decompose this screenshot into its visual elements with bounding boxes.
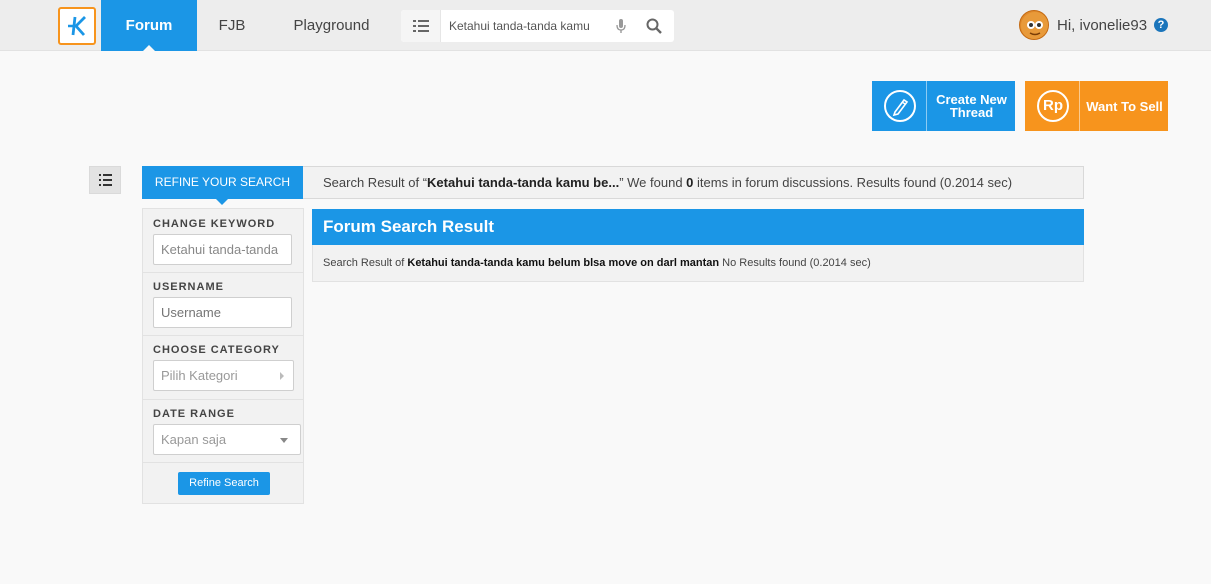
want-to-sell-label: Want To Sell: [1086, 98, 1163, 114]
kaskus-logo[interactable]: [58, 7, 96, 45]
microphone-icon[interactable]: [616, 19, 626, 34]
sidebar-toggle-button[interactable]: [89, 166, 121, 194]
chevron-right-icon: [280, 372, 284, 380]
want-to-sell-button[interactable]: Rp Want To Sell: [1025, 81, 1168, 131]
rupiah-icon: Rp: [1037, 90, 1069, 122]
keyword-section: CHANGE KEYWORD: [143, 209, 303, 273]
chevron-down-icon: [280, 438, 288, 443]
keyword-label: CHANGE KEYWORD: [153, 218, 276, 230]
category-section: CHOOSE CATEGORY Pilih Kategori: [143, 336, 303, 400]
search-icon[interactable]: [646, 18, 662, 34]
category-select[interactable]: Pilih Kategori: [153, 360, 294, 391]
search-input[interactable]: [449, 10, 609, 42]
user-greeting[interactable]: Hi, ivonelie93: [1057, 17, 1147, 34]
date-range-section: DATE RANGE Kapan saja: [143, 400, 303, 463]
tab-playground[interactable]: Playground: [280, 0, 383, 51]
date-range-select[interactable]: Kapan saja: [153, 424, 301, 455]
forum-result-query: Ketahui tanda-tanda kamu belum blsa move…: [407, 257, 720, 269]
category-label: CHOOSE CATEGORY: [153, 344, 280, 356]
pencil-icon: [884, 90, 916, 122]
refine-panel: CHANGE KEYWORD USERNAME CHOOSE CATEGORY …: [142, 208, 304, 504]
list-icon: [413, 20, 429, 32]
forum-result-heading: Forum Search Result: [312, 209, 1084, 245]
help-icon[interactable]: ?: [1154, 18, 1168, 32]
search-summary: Search Result of “Ketahui tanda-tanda ka…: [323, 175, 1013, 190]
search-box: [401, 10, 674, 42]
tab-forum[interactable]: Forum: [101, 0, 197, 51]
list-icon: [99, 174, 112, 186]
username-label: USERNAME: [153, 281, 224, 293]
search-query: Ketahui tanda-tanda kamu be...: [427, 175, 620, 190]
refine-your-search-tab[interactable]: REFINE YOUR SEARCH: [142, 166, 303, 205]
tab-fjb[interactable]: FJB: [205, 0, 259, 51]
top-navbar: Forum FJB Playground Hi, ivonel: [0, 0, 1211, 51]
create-thread-label: Create New Thread: [936, 92, 1007, 120]
search-menu-button[interactable]: [401, 10, 441, 42]
search-result-bar: REFINE YOUR SEARCH Search Result of “Ket…: [142, 166, 1084, 205]
forum-result-text: Search Result of Ketahui tanda-tanda kam…: [323, 257, 871, 269]
forum-result-panel: Forum Search Result Search Result of Ket…: [312, 209, 1084, 282]
username-input[interactable]: [153, 297, 292, 328]
refine-search-button[interactable]: Refine Search: [178, 472, 270, 495]
username-section: USERNAME: [143, 273, 303, 336]
create-new-thread-button[interactable]: Create New Thread: [872, 81, 1015, 131]
avatar[interactable]: [1019, 10, 1049, 40]
date-range-label: DATE RANGE: [153, 408, 235, 420]
keyword-input[interactable]: [153, 234, 292, 265]
